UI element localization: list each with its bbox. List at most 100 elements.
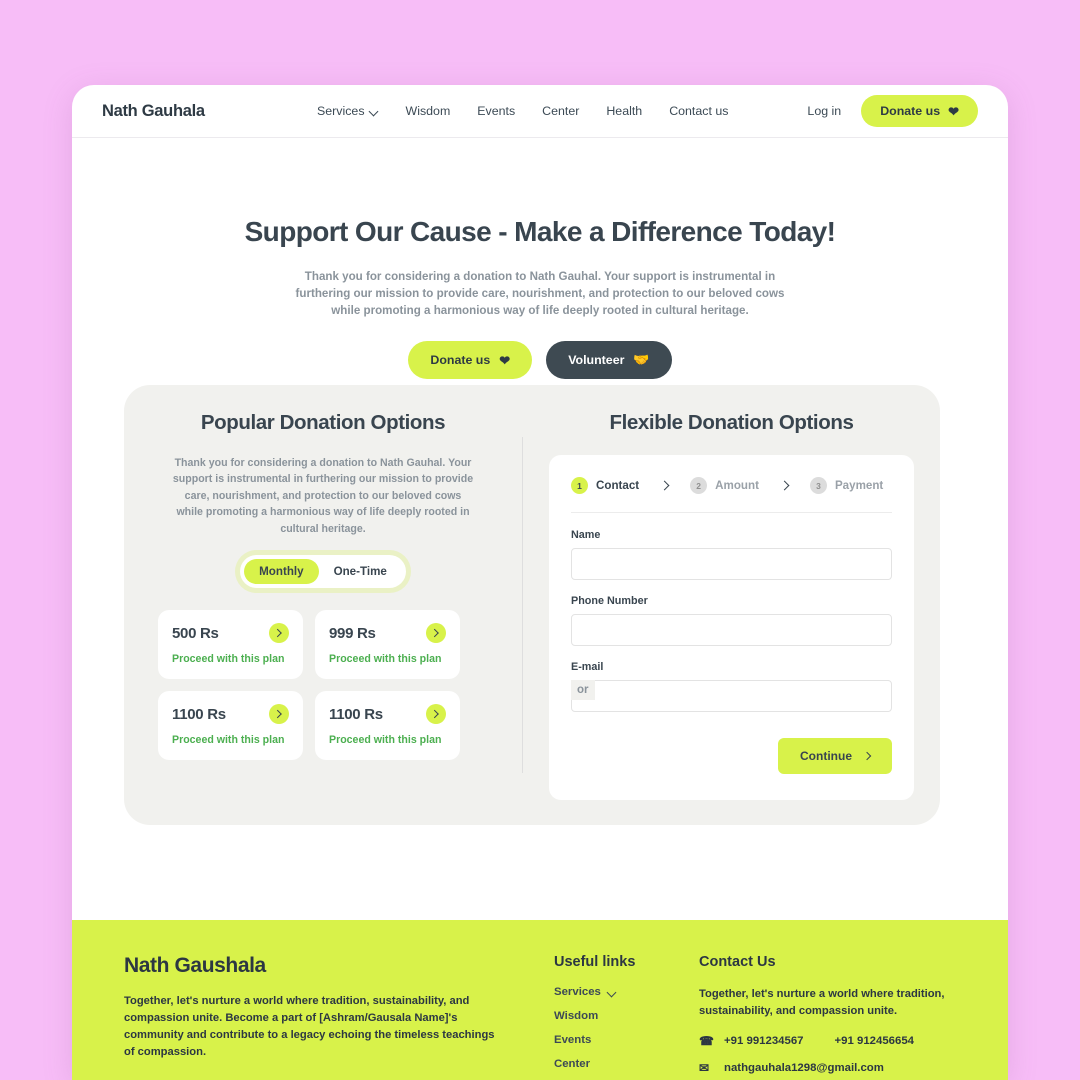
- step-label: Amount: [715, 479, 759, 492]
- footer-link-events[interactable]: Events: [554, 1034, 699, 1046]
- phone-field-label: Phone Number: [571, 595, 648, 607]
- nav-item-services[interactable]: Services: [317, 104, 379, 118]
- chevron-right-icon: [659, 480, 670, 491]
- site-footer: Nath Gaushala Together, let's nurture a …: [72, 920, 1008, 1080]
- nav-item-wisdom[interactable]: Wisdom: [406, 104, 451, 118]
- plan-amount: 1100 Rs: [172, 705, 226, 723]
- hero-volunteer-label: Volunteer: [568, 353, 625, 368]
- popular-donation-section: Popular Donation Options Thank you for c…: [124, 385, 522, 825]
- toggle-option-one-time[interactable]: One-Time: [319, 559, 402, 584]
- continue-label: Continue: [800, 749, 852, 763]
- plan-top: 1100 Rs: [329, 704, 446, 725]
- chevron-right-icon[interactable]: [269, 623, 289, 644]
- name-input[interactable]: [571, 548, 892, 580]
- footer-link-label: Services: [554, 986, 601, 998]
- hero-actions: Donate us ❤ Volunteer 🤝: [72, 341, 1008, 380]
- or-label: or: [571, 680, 595, 700]
- donation-form-card: 1 Contact 2 Amount 3 Payment Name Phone …: [549, 455, 914, 800]
- chevron-right-icon: [779, 480, 790, 491]
- plan-top: 500 Rs: [172, 623, 289, 644]
- plan-top: 999 Rs: [329, 623, 446, 644]
- frequency-toggle-wrap: Monthly One-Time: [158, 555, 488, 589]
- plan-card[interactable]: 1100 Rs Proceed with this plan: [158, 691, 303, 761]
- form-divider: [571, 512, 892, 513]
- nav-label: Services: [317, 104, 365, 118]
- step-amount[interactable]: 2 Amount: [690, 477, 759, 494]
- phone-icon: ☎: [699, 1033, 714, 1048]
- site-header: Nath Gauhala Services Wisdom Events Cent…: [72, 85, 1008, 138]
- plan-amount: 999 Rs: [329, 624, 376, 642]
- donation-panel: Popular Donation Options Thank you for c…: [124, 385, 940, 825]
- volunteer-hand-icon: 🤝: [633, 352, 650, 368]
- footer-link-services[interactable]: Services: [554, 986, 699, 998]
- nav-item-center[interactable]: Center: [542, 104, 579, 118]
- donate-label: Donate us: [880, 104, 941, 118]
- plan-amount: 500 Rs: [172, 624, 219, 642]
- form-actions: Continue: [571, 738, 892, 774]
- chevron-right-icon[interactable]: [269, 704, 289, 725]
- hero-donate-button[interactable]: Donate us ❤: [408, 341, 533, 380]
- chevron-down-icon: [370, 107, 379, 116]
- page-title: Support Our Cause - Make a Difference To…: [244, 216, 836, 247]
- continue-button[interactable]: Continue: [778, 738, 892, 774]
- hero-volunteer-button[interactable]: Volunteer 🤝: [546, 341, 672, 380]
- nav-item-contact-us[interactable]: Contact us: [669, 104, 728, 118]
- nav-item-events[interactable]: Events: [477, 104, 515, 118]
- page-root: ❤ ❤ ♡ ❤ ♡ ❤ ♡ ♡ ❤ ♡ ❤ ♡ ❤ ❤ Nath Gauhala…: [0, 0, 1080, 1080]
- popular-description: Thank you for considering a donation to …: [172, 457, 474, 535]
- chevron-down-icon: [608, 988, 617, 997]
- form-stepper: 1 Contact 2 Amount 3 Payment: [571, 477, 892, 494]
- step-payment[interactable]: 3 Payment: [809, 477, 884, 494]
- plan-cta[interactable]: Proceed with this plan: [329, 734, 446, 746]
- brand-logo[interactable]: Nath Gauhala: [102, 102, 205, 121]
- footer-contact-column: Contact Us Together, let's nurture a wor…: [699, 954, 949, 1080]
- login-link[interactable]: Log in: [807, 104, 841, 118]
- footer-brand-column: Nath Gaushala Together, let's nurture a …: [124, 954, 554, 1080]
- step-number: 3: [809, 477, 827, 494]
- main-nav: Services Wisdom Events Center Health Con…: [317, 104, 728, 118]
- plan-cta[interactable]: Proceed with this plan: [172, 653, 289, 665]
- plan-cta[interactable]: Proceed with this plan: [329, 653, 446, 665]
- header-donate-button[interactable]: Donate us ❤: [861, 95, 978, 127]
- footer-contact-text: Together, let's nurture a world where tr…: [699, 988, 945, 1017]
- plan-list: 500 Rs Proceed with this plan 999 Rs Pro…: [158, 610, 488, 761]
- plan-card[interactable]: 1100 Rs Proceed with this plan: [315, 691, 460, 761]
- heart-icon: ❤: [948, 103, 959, 119]
- footer-brand: Nath Gaushala: [124, 954, 266, 977]
- email-input[interactable]: [571, 680, 892, 712]
- footer-links-heading: Useful links: [554, 954, 636, 970]
- footer-phone-2: +91 912456654: [834, 1034, 915, 1047]
- email-field-label: E-mail: [571, 661, 604, 673]
- footer-link-center[interactable]: Center: [554, 1058, 699, 1070]
- step-contact[interactable]: 1 Contact: [571, 477, 639, 494]
- footer-contact-heading: Contact Us: [699, 954, 776, 970]
- plan-cta[interactable]: Proceed with this plan: [172, 734, 289, 746]
- step-label: Contact: [596, 479, 640, 492]
- step-number: 1: [571, 477, 588, 494]
- app-window: Nath Gauhala Services Wisdom Events Cent…: [72, 85, 1008, 1080]
- envelope-icon: ✉: [699, 1060, 710, 1075]
- footer-phone-row[interactable]: ☎ +91 991234567 +91 912456654: [699, 1034, 949, 1048]
- toggle-option-monthly[interactable]: Monthly: [244, 559, 319, 585]
- chevron-right-icon[interactable]: [426, 623, 446, 644]
- footer-brand-text: Together, let's nurture a world where tr…: [124, 995, 495, 1059]
- plan-card[interactable]: 500 Rs Proceed with this plan: [158, 610, 303, 680]
- plan-amount: 1100 Rs: [329, 705, 383, 723]
- footer-email-row[interactable]: ✉ nathgauhala1298@gmail.com: [699, 1061, 949, 1075]
- name-field-label: Name: [571, 529, 601, 541]
- hero-section: Support Our Cause - Make a Difference To…: [72, 138, 1008, 380]
- header-actions: Log in Donate us ❤: [807, 95, 978, 127]
- step-number: 2: [690, 477, 708, 494]
- chevron-right-icon[interactable]: [426, 704, 446, 725]
- nav-item-health[interactable]: Health: [606, 104, 642, 118]
- hero-description: Thank you for considering a donation to …: [295, 270, 785, 318]
- phone-input[interactable]: [571, 614, 892, 646]
- footer-link-wisdom[interactable]: Wisdom: [554, 1010, 699, 1022]
- heart-icon: ❤: [499, 352, 511, 368]
- flexible-donation-section: Flexible Donation Options 1 Contact 2 Am…: [523, 385, 940, 825]
- frequency-toggle[interactable]: Monthly One-Time: [240, 555, 406, 589]
- plan-card[interactable]: 999 Rs Proceed with this plan: [315, 610, 460, 680]
- step-label: Payment: [834, 479, 884, 492]
- footer-links-column: Useful links Services Wisdom Events Cent…: [554, 954, 699, 1080]
- hero-donate-label: Donate us: [430, 353, 491, 368]
